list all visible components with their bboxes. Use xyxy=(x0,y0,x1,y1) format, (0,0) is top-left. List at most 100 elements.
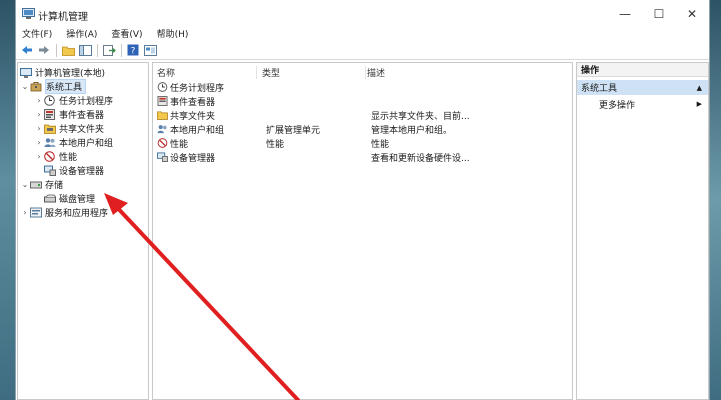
clock-icon xyxy=(157,82,168,92)
chevron-right-icon[interactable]: › xyxy=(34,124,44,133)
menu-view[interactable]: 查看(V) xyxy=(111,27,142,40)
back-arrow-icon[interactable] xyxy=(19,43,35,57)
tree-label-shared-folders: 共享文件夹 xyxy=(59,125,105,135)
tree-item-disk-management[interactable]: 磁盘管理 xyxy=(44,192,95,205)
column-header-type[interactable]: 类型 xyxy=(262,66,366,79)
forward-arrow-icon[interactable] xyxy=(36,43,52,57)
menu-action[interactable]: 操作(A) xyxy=(66,27,97,40)
shared-folder-icon xyxy=(44,123,56,134)
list-item-description: 管理本地用户和组。 xyxy=(371,126,453,136)
close-button[interactable]: ✕ xyxy=(675,0,709,28)
device-manager-icon xyxy=(157,152,168,162)
storage-icon xyxy=(30,179,42,190)
actions-section-system-tools[interactable]: 系统工具 ▲ xyxy=(577,80,708,95)
maximize-button[interactable]: ☐ xyxy=(642,0,676,28)
tree-label-task-scheduler: 任务计划程序 xyxy=(59,97,114,107)
list-item-type: 扩展管理单元 xyxy=(266,126,321,136)
list-item-name: 共享文件夹 xyxy=(170,112,216,122)
list-item-description: 显示共享文件夹、目前... xyxy=(371,112,470,122)
tree-label-services: 服务和应用程序 xyxy=(45,209,109,219)
disk-management-icon xyxy=(44,193,56,204)
properties-icon[interactable] xyxy=(142,43,158,57)
actions-pane-title: 操作 xyxy=(577,63,708,77)
desktop-background-right xyxy=(710,0,721,400)
toolbar-separator xyxy=(97,43,98,57)
chevron-right-icon[interactable]: › xyxy=(20,208,30,217)
clock-icon xyxy=(44,95,56,106)
desktop-background-left xyxy=(0,0,15,400)
tree-item-local-users[interactable]: › 本地用户和组 xyxy=(34,136,113,149)
computer-management-icon xyxy=(22,8,35,19)
list-item-name: 任务计划程序 xyxy=(170,84,225,94)
collapse-up-icon[interactable]: ▲ xyxy=(697,84,702,92)
tree-label-root: 计算机管理(本地) xyxy=(35,69,106,79)
toolbar-separator xyxy=(121,43,122,57)
list-item-name: 性能 xyxy=(170,140,189,150)
toolbar: ? xyxy=(16,41,709,60)
export-icon[interactable] xyxy=(101,43,117,57)
performance-icon xyxy=(157,138,168,148)
toolbox-icon xyxy=(30,81,42,92)
menu-bar: 文件(F) 操作(A) 查看(V) 帮助(H) xyxy=(16,26,709,41)
tree-label-system-tools: 系统工具 xyxy=(45,79,87,94)
users-icon xyxy=(157,125,167,134)
help-icon[interactable]: ? xyxy=(125,43,141,57)
toolbar-separator xyxy=(56,43,57,57)
list-item[interactable]: 任务计划程序 xyxy=(157,81,567,94)
minimize-button[interactable]: — xyxy=(608,0,642,28)
svg-text:?: ? xyxy=(131,47,136,57)
more-actions-label: 更多操作 xyxy=(599,100,636,111)
title-bar: 计算机管理 — ☐ ✕ xyxy=(16,0,709,28)
tree-item-root[interactable]: 计算机管理(本地) xyxy=(20,66,105,79)
tree-item-storage[interactable]: ⌄ 存储 xyxy=(20,178,63,191)
menu-help[interactable]: 帮助(H) xyxy=(157,27,189,40)
tree-label-storage: 存储 xyxy=(45,181,64,191)
list-item-name: 本地用户和组 xyxy=(170,126,225,136)
device-manager-icon xyxy=(44,165,56,176)
column-header-name[interactable]: 名称 xyxy=(157,66,257,79)
chevron-right-icon[interactable]: › xyxy=(34,110,44,119)
console-tree-pane: 计算机管理(本地) ⌄ 系统工具 › 任务计划程序 › 事件查看器 › 共享文件… xyxy=(17,62,149,400)
folder-up-icon[interactable] xyxy=(60,43,76,57)
tree-label-performance: 性能 xyxy=(59,153,78,163)
services-icon xyxy=(30,207,42,218)
list-item[interactable]: 性能 性能 性能 xyxy=(157,137,567,150)
actions-pane: 操作 系统工具 ▲ 更多操作 ▶ xyxy=(576,62,709,400)
computer-management-icon xyxy=(20,67,32,78)
tree-item-services[interactable]: › 服务和应用程序 xyxy=(20,206,108,219)
chevron-down-icon[interactable]: ⌄ xyxy=(20,180,30,189)
column-header-description[interactable]: 描述 xyxy=(367,66,567,79)
tree-item-device-manager[interactable]: 设备管理器 xyxy=(44,164,104,177)
tree-item-task-scheduler[interactable]: › 任务计划程序 xyxy=(34,94,113,107)
computer-management-window: 计算机管理 — ☐ ✕ 文件(F) 操作(A) 查看(V) 帮助(H) ? 计算… xyxy=(15,0,710,400)
list-item-type: 性能 xyxy=(266,140,285,150)
tree-item-performance[interactable]: › 性能 xyxy=(34,150,77,163)
event-viewer-icon xyxy=(157,96,168,106)
users-icon xyxy=(44,137,56,148)
list-item[interactable]: 事件查看器 xyxy=(157,95,567,108)
list-item-description: 性能 xyxy=(371,140,390,150)
tree-label-local-users: 本地用户和组 xyxy=(59,139,114,149)
list-item[interactable]: 设备管理器 查看和更新设备硬件设... xyxy=(157,151,567,164)
list-item[interactable]: 共享文件夹 显示共享文件夹、目前... xyxy=(157,109,567,122)
performance-icon xyxy=(44,151,56,162)
tree-label-device-manager: 设备管理器 xyxy=(59,167,105,177)
menu-file[interactable]: 文件(F) xyxy=(22,27,52,40)
window-title: 计算机管理 xyxy=(38,12,88,23)
chevron-right-icon[interactable]: › xyxy=(34,138,44,147)
list-item[interactable]: 本地用户和组 扩展管理单元 管理本地用户和组。 xyxy=(157,123,567,136)
list-item-name: 设备管理器 xyxy=(170,154,216,164)
chevron-down-icon[interactable]: ⌄ xyxy=(20,82,30,91)
details-list-pane: 名称 类型 描述 任务计划程序 事件查看器 共享文件夹 显示共享文件夹、目前..… xyxy=(152,62,573,400)
tree-item-event-viewer[interactable]: › 事件查看器 xyxy=(34,108,104,121)
tree-label-event-viewer: 事件查看器 xyxy=(59,111,105,121)
list-item-name: 事件查看器 xyxy=(170,98,216,108)
tree-item-shared-folders[interactable]: › 共享文件夹 xyxy=(34,122,104,135)
chevron-right-icon[interactable]: › xyxy=(34,152,44,161)
more-actions-item[interactable]: 更多操作 ▶ xyxy=(577,97,708,111)
tree-item-system-tools[interactable]: ⌄ 系统工具 xyxy=(20,79,87,94)
chevron-right-icon: ▶ xyxy=(696,100,702,108)
console-tree-icon[interactable] xyxy=(77,43,93,57)
chevron-right-icon[interactable]: › xyxy=(34,96,44,105)
tree-label-disk-management: 磁盘管理 xyxy=(59,195,96,205)
